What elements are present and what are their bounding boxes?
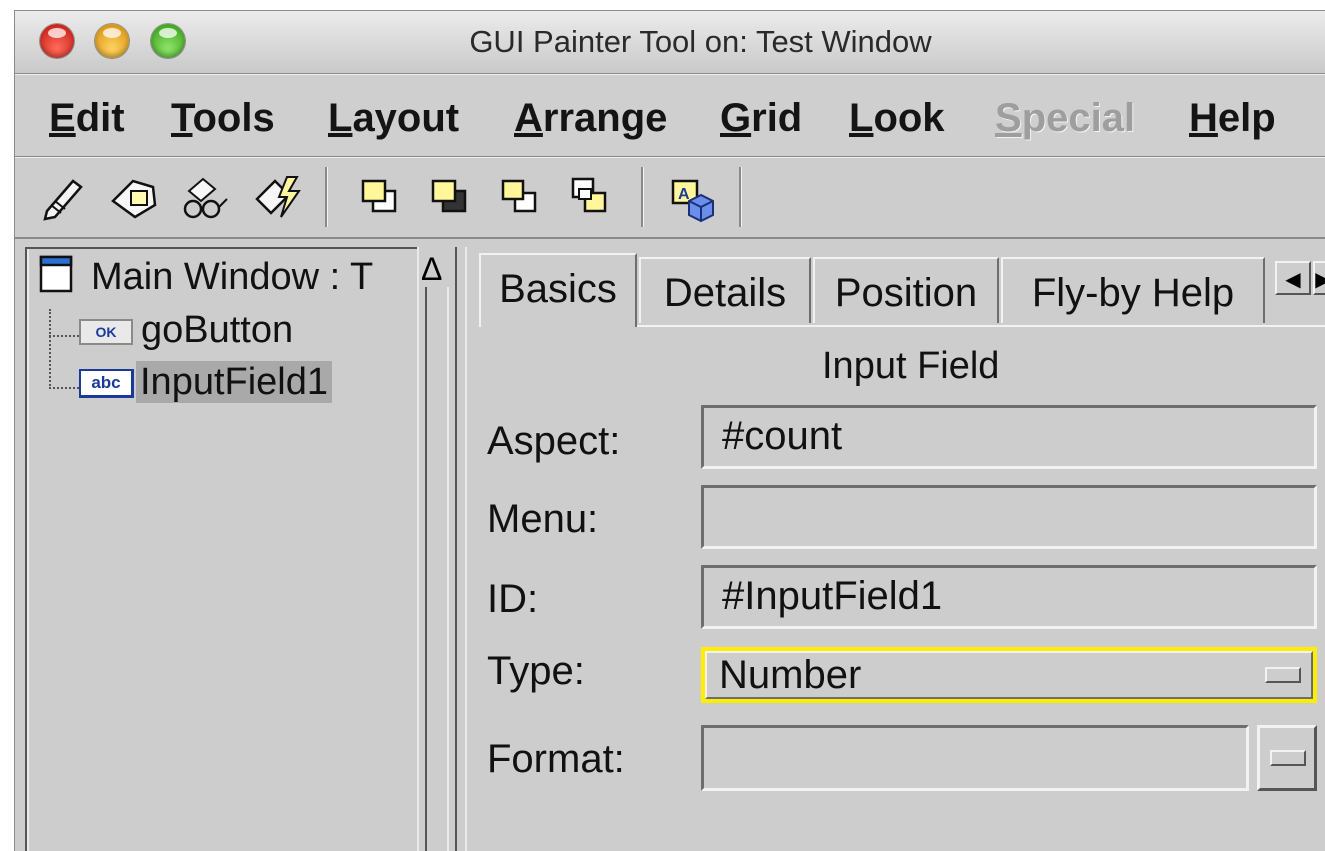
send-to-back-icon[interactable] (565, 171, 617, 223)
tab-details[interactable]: Details (639, 257, 811, 323)
type-select[interactable]: Number (701, 647, 1317, 703)
menu-special: Special (995, 96, 1136, 140)
tab-scroll-left-icon[interactable]: ◀ (1275, 261, 1311, 295)
test-icon[interactable] (253, 171, 305, 223)
scroll-up-arrow-icon[interactable]: Δ (421, 253, 442, 285)
toolbar-separator (641, 167, 643, 227)
properties-panel: Basics Details Position Fly-by Help ◀ ▶ … (465, 247, 1325, 851)
bring-to-front-icon[interactable] (495, 171, 547, 223)
tree-item-gobutton[interactable]: OK goButton (79, 309, 297, 352)
menu-look[interactable]: Look (849, 96, 945, 141)
menu-grid[interactable]: Grid (720, 96, 802, 141)
type-label: Type: (487, 649, 585, 693)
tree-connector (49, 387, 79, 389)
button-widget-icon: OK (79, 318, 133, 345)
define-icon[interactable] (109, 171, 161, 223)
input-field-widget-icon: abc (79, 369, 134, 399)
option-menu-indicator-icon (1270, 750, 1306, 766)
tree-item-label: Main Window : T (91, 256, 374, 299)
format-field[interactable] (701, 725, 1249, 791)
title-bar: GUI Painter Tool on: Test Window (15, 11, 1325, 74)
window-title: GUI Painter Tool on: Test Window (469, 24, 932, 59)
format-menu-button[interactable] (1257, 725, 1317, 791)
toolbar: A (15, 157, 1325, 239)
tab-position[interactable]: Position (813, 257, 999, 323)
tree-connector (49, 335, 79, 337)
install-icon[interactable] (39, 171, 91, 223)
send-backward-icon[interactable] (425, 171, 477, 223)
id-field[interactable]: #InputField1 (701, 565, 1317, 629)
aspect-field[interactable]: #count (701, 405, 1317, 469)
toolbar-separator (739, 167, 741, 227)
tree-item-main-window[interactable]: Main Window : T (39, 255, 377, 303)
menu-label: Menu: (487, 497, 599, 541)
option-menu-indicator-icon (1265, 667, 1301, 683)
menu-edit[interactable]: Edit (49, 96, 125, 141)
tab-scroll-right-icon[interactable]: ▶ (1313, 261, 1325, 295)
tree-connector (49, 309, 51, 389)
menu-tools[interactable]: Tools (171, 96, 275, 141)
gui-painter-window: GUI Painter Tool on: Test Window Edit To… (14, 10, 1325, 851)
tab-fly-by-help[interactable]: Fly-by Help (1001, 257, 1265, 323)
menu-bar: Edit Tools Layout Arrange Grid Look Spec… (15, 74, 1325, 157)
resources-icon[interactable]: A (665, 171, 717, 223)
tree-scrollbar[interactable]: Δ (417, 247, 457, 851)
tab-basics[interactable]: Basics (479, 253, 637, 327)
menu-arrange[interactable]: Arrange (514, 96, 667, 141)
window-icon (39, 255, 73, 303)
type-value: Number (719, 653, 862, 697)
section-title: Input Field (822, 345, 1000, 387)
format-label: Format: (487, 737, 625, 781)
toolbar-separator (325, 167, 327, 227)
id-label: ID: (487, 577, 539, 621)
tree-item-label: InputField1 (136, 361, 333, 403)
aspect-label: Aspect: (487, 419, 621, 463)
menu-layout[interactable]: Layout (328, 96, 459, 141)
browse-icon[interactable] (179, 171, 231, 223)
tree-item-label: goButton (141, 309, 294, 351)
menu-field[interactable] (701, 485, 1317, 549)
tab-bar: Basics Details Position Fly-by Help ◀ ▶ (479, 253, 1325, 327)
bring-forward-icon[interactable] (355, 171, 407, 223)
menu-help[interactable]: Help (1189, 96, 1276, 141)
component-tree: Main Window : T OK goButton abc InputField… (25, 247, 419, 851)
tree-item-inputfield1[interactable]: abc InputField1 (79, 361, 333, 404)
scrollbar-track[interactable] (425, 287, 449, 851)
